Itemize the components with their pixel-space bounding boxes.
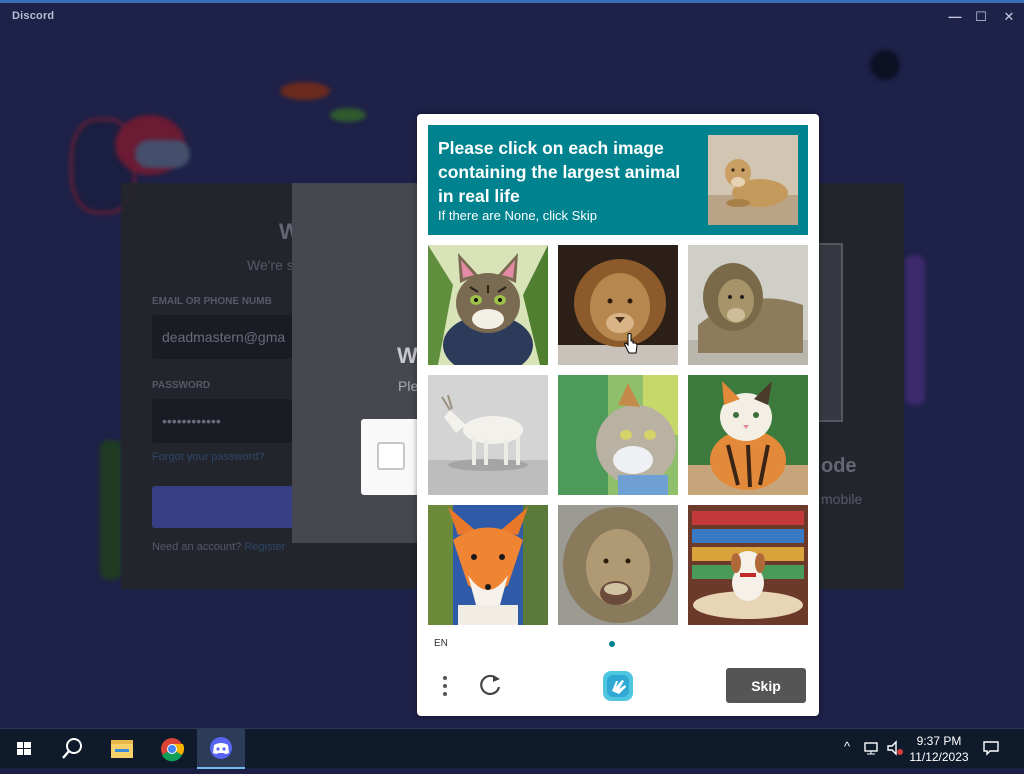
image-tile-calico-cat[interactable] <box>688 375 808 495</box>
email-field[interactable]: deadmastern@gma <box>152 315 292 359</box>
system-clock[interactable]: 9:37 PM 11/12/2023 <box>908 733 970 765</box>
bg-art-shape <box>905 255 925 405</box>
bg-art-shape <box>100 440 122 580</box>
image-tile-lion-resting[interactable] <box>688 245 808 365</box>
title-bar: Discord — ☐ ✕ <box>0 3 1024 29</box>
refresh-button[interactable] <box>477 672 503 698</box>
captcha-checkbox[interactable] <box>377 442 405 470</box>
volume-muted-icon[interactable] <box>886 739 904 757</box>
maximize-button[interactable]: ☐ <box>968 6 994 28</box>
discord-icon <box>210 737 232 759</box>
image-tile-cat-watercolor[interactable] <box>558 375 678 495</box>
prompt-text: Please click on each image containing th… <box>438 138 681 206</box>
register-text: Need an account? Register <box>152 541 285 553</box>
bg-art-shape <box>280 82 330 100</box>
minimize-button[interactable]: — <box>942 6 968 28</box>
hcaptcha-logo-icon[interactable] <box>601 669 635 703</box>
email-field-value: deadmastern@gma <box>162 329 286 345</box>
menu-button[interactable] <box>435 674 455 700</box>
bg-art-shape <box>870 50 900 80</box>
bg-art-bubble <box>135 140 190 168</box>
language-selector[interactable]: EN <box>434 638 448 649</box>
password-label: PASSWORD <box>152 380 211 391</box>
captcha-prompt: Please click on each image containing th… <box>428 125 808 235</box>
image-tile-white-goat[interactable] <box>428 375 548 495</box>
file-explorer-button[interactable] <box>98 729 146 769</box>
taskbar: ^ 9:37 PM 11/12/2023 <box>0 728 1024 769</box>
hand-cursor-icon <box>624 333 638 354</box>
qr-title: ode <box>821 455 857 477</box>
password-field-value: •••••••••••• <box>162 413 221 429</box>
modal-title: W <box>397 343 418 368</box>
image-tile-fox[interactable] <box>428 505 548 625</box>
close-button[interactable]: ✕ <box>996 6 1022 28</box>
search-button[interactable] <box>48 729 96 769</box>
image-tile-lion-closeup[interactable] <box>558 505 678 625</box>
image-tile-dog-library[interactable] <box>688 505 808 625</box>
start-button[interactable] <box>0 729 48 769</box>
image-tile-lion-portrait[interactable] <box>558 245 678 365</box>
captcha-checkbox-card <box>361 419 421 495</box>
notifications-icon[interactable] <box>982 739 1000 757</box>
clock-time: 9:37 PM <box>916 734 962 748</box>
folder-icon <box>111 740 133 758</box>
clock-date: 11/12/2023 <box>909 750 969 764</box>
windows-icon <box>17 742 31 755</box>
discord-window: Discord — ☐ ✕ W We're s EMAIL OR PHONE N… <box>0 0 1024 728</box>
image-tile-tabby-cat[interactable] <box>428 245 548 365</box>
show-hidden-icons-chevron-icon[interactable]: ^ <box>838 739 856 757</box>
forgot-password-link[interactable]: Forgot your password? <box>152 451 265 463</box>
modal-subtitle: Ple <box>398 378 419 394</box>
window-title: Discord <box>12 10 55 22</box>
skip-button[interactable]: Skip <box>726 668 806 703</box>
login-subheading: We're s <box>247 257 294 273</box>
register-prompt: Need an account? <box>152 541 242 553</box>
qr-subtitle: mobile <box>821 491 863 507</box>
email-label: EMAIL OR PHONE NUMB <box>152 296 272 307</box>
search-icon <box>62 738 82 759</box>
bg-art-shape <box>330 108 366 122</box>
example-image-lioness <box>708 135 798 225</box>
refresh-icon <box>480 674 501 696</box>
captcha-challenge: Please click on each image containing th… <box>417 114 819 716</box>
password-field[interactable]: •••••••••••• <box>152 399 292 443</box>
discord-button[interactable] <box>197 729 245 769</box>
network-icon[interactable] <box>862 739 880 757</box>
page-indicator-dot <box>609 641 615 647</box>
chrome-icon <box>161 738 185 762</box>
prompt-subtext: If there are None, click Skip <box>438 208 597 223</box>
chrome-button[interactable] <box>148 729 196 769</box>
register-link[interactable]: Register <box>244 541 285 553</box>
